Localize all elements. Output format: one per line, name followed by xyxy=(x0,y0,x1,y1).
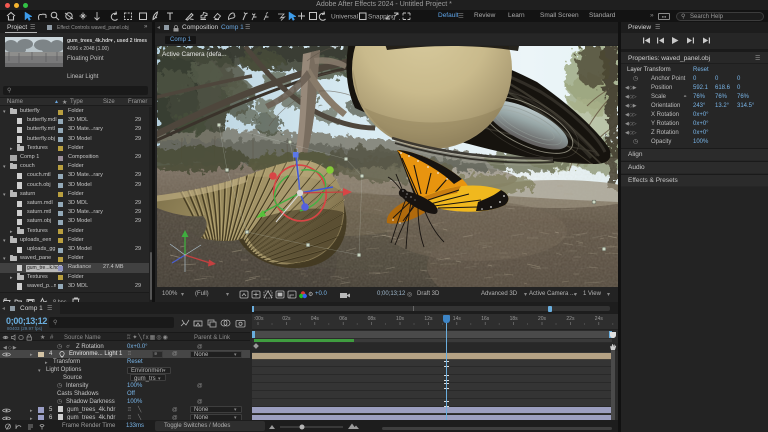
svg-text:Snapping: Snapping xyxy=(368,14,396,21)
svg-text:Universal: Universal xyxy=(331,14,359,21)
svg-text:12s: 12s xyxy=(424,316,433,322)
svg-text:18s: 18s xyxy=(510,316,519,322)
svg-text::00s: :00s xyxy=(254,316,264,322)
svg-text:14s: 14s xyxy=(453,316,462,322)
svg-text:02s: 02s xyxy=(282,316,291,322)
svg-text:08s: 08s xyxy=(368,316,377,322)
svg-text:06s: 06s xyxy=(339,316,348,322)
svg-text:10s: 10s xyxy=(396,316,405,322)
svg-text:04s: 04s xyxy=(311,316,320,322)
svg-text:24s: 24s xyxy=(595,316,604,322)
svg-text:16s: 16s xyxy=(481,316,490,322)
svg-text:22s: 22s xyxy=(566,316,575,322)
svg-text:Active Camera (defa...: Active Camera (defa... xyxy=(162,51,227,58)
svg-text:20s: 20s xyxy=(538,316,547,322)
